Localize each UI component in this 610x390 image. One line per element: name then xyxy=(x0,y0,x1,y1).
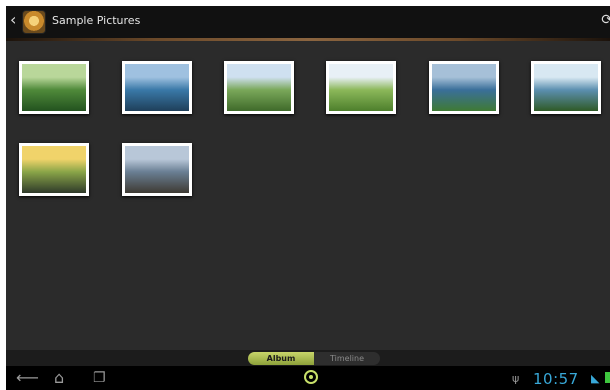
photo-thumbnail[interactable] xyxy=(531,61,601,114)
photo-thumbnail[interactable] xyxy=(224,61,294,114)
photo-thumbnail[interactable] xyxy=(122,143,192,196)
system-navigation-bar: ⟵ ⌂ ❐ ψ 10:57 ◣ xyxy=(6,366,610,390)
usb-icon: ψ xyxy=(512,372,520,385)
autumn-road-photo xyxy=(22,146,86,193)
forest-boardwalk-photo xyxy=(22,64,86,111)
rocky-shore-photo xyxy=(125,146,189,193)
wifi-icon: ◣ xyxy=(591,372,600,385)
recent-apps-icon[interactable]: ❐ xyxy=(93,369,106,387)
battery-icon xyxy=(605,372,610,383)
tab-timeline[interactable]: Timeline xyxy=(314,352,380,365)
view-mode-tabs: Album Timeline xyxy=(6,350,610,366)
launcher-button[interactable] xyxy=(304,370,318,384)
photo-thumbnail[interactable] xyxy=(19,61,89,114)
wood-divider xyxy=(6,38,610,41)
photo-thumbnail[interactable] xyxy=(19,143,89,196)
photo-thumbnail[interactable] xyxy=(326,61,396,114)
status-clock: 10:57 xyxy=(533,370,579,388)
photo-thumbnail[interactable] xyxy=(429,61,499,114)
back-arrow-icon[interactable]: ⟵ xyxy=(16,369,39,387)
gallery-app-icon[interactable] xyxy=(22,10,46,34)
green-valley-photo xyxy=(329,64,393,111)
mountain-lake-photo xyxy=(125,64,189,111)
gallery-screen: ‹ Sample Pictures ⟳ Album Timeline ⟵ ⌂ ❐… xyxy=(6,6,610,390)
sea-cliffs-photo xyxy=(534,64,598,111)
album-title: Sample Pictures xyxy=(52,14,141,27)
river-meadow-photo xyxy=(227,64,291,111)
coastal-cliffs-photo xyxy=(432,64,496,111)
tab-album[interactable]: Album xyxy=(248,352,314,365)
home-icon[interactable]: ⌂ xyxy=(54,369,64,387)
chevron-left-icon[interactable]: ‹ xyxy=(10,12,16,28)
refresh-icon[interactable]: ⟳ xyxy=(601,12,610,28)
action-bar: ‹ Sample Pictures ⟳ xyxy=(6,6,610,38)
photo-thumbnail[interactable] xyxy=(122,61,192,114)
